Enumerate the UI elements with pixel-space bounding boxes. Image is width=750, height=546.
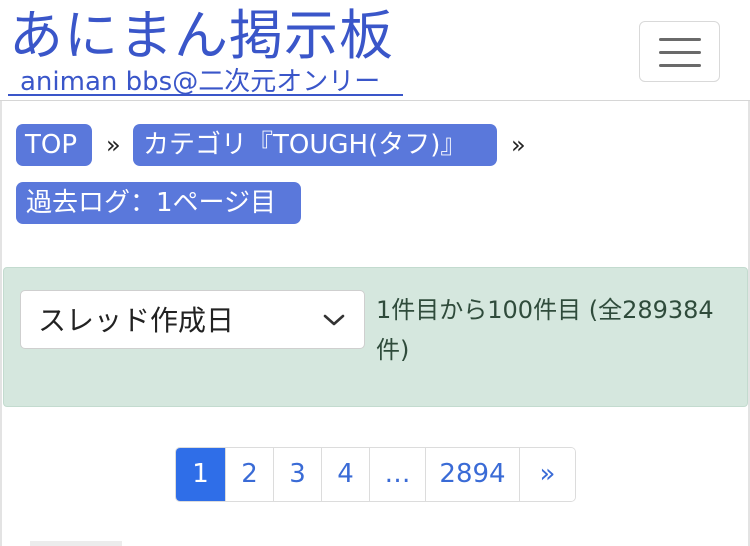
thread-list-controls: スレッド作成日 1件目から100件目 (全289384件): [3, 267, 748, 407]
page-link-4[interactable]: 4: [321, 448, 369, 501]
breadcrumb-top[interactable]: TOP: [16, 124, 92, 166]
hamburger-icon-bar: [659, 64, 701, 67]
site-header: あにまん掲示板 animan bbs@二次元オンリー: [0, 0, 750, 101]
breadcrumb-separator: »: [511, 131, 526, 159]
menu-toggle-button[interactable]: [639, 21, 720, 82]
breadcrumb-archive[interactable]: 過去ログ：1ページ目: [16, 182, 301, 224]
pagination: 1 2 3 4 … 2894 »: [175, 447, 576, 502]
page-next-button[interactable]: »: [519, 448, 575, 501]
sort-select[interactable]: スレッド作成日: [20, 290, 365, 349]
hamburger-icon: [659, 38, 701, 41]
page-link-3[interactable]: 3: [273, 448, 321, 501]
result-range-text: 1件目から100件目 (全289384件): [376, 296, 714, 364]
page-link-1[interactable]: 1: [176, 448, 225, 501]
thumbnail-image: [30, 541, 122, 546]
page-ellipsis: …: [369, 448, 425, 501]
site-title[interactable]: あにまん掲示板: [9, 0, 394, 72]
breadcrumb-separator: »: [106, 131, 121, 159]
page-link-last[interactable]: 2894: [425, 448, 519, 501]
hamburger-icon-bar: [659, 51, 701, 54]
chevron-down-icon: [323, 314, 345, 326]
page-link-2[interactable]: 2: [225, 448, 273, 501]
sort-select-value: スレッド作成日: [38, 304, 235, 337]
title-underline: [8, 94, 403, 96]
breadcrumb-category[interactable]: カテゴリ『TOUGH(タフ)』: [133, 124, 497, 166]
frame-border-left: [0, 101, 2, 546]
